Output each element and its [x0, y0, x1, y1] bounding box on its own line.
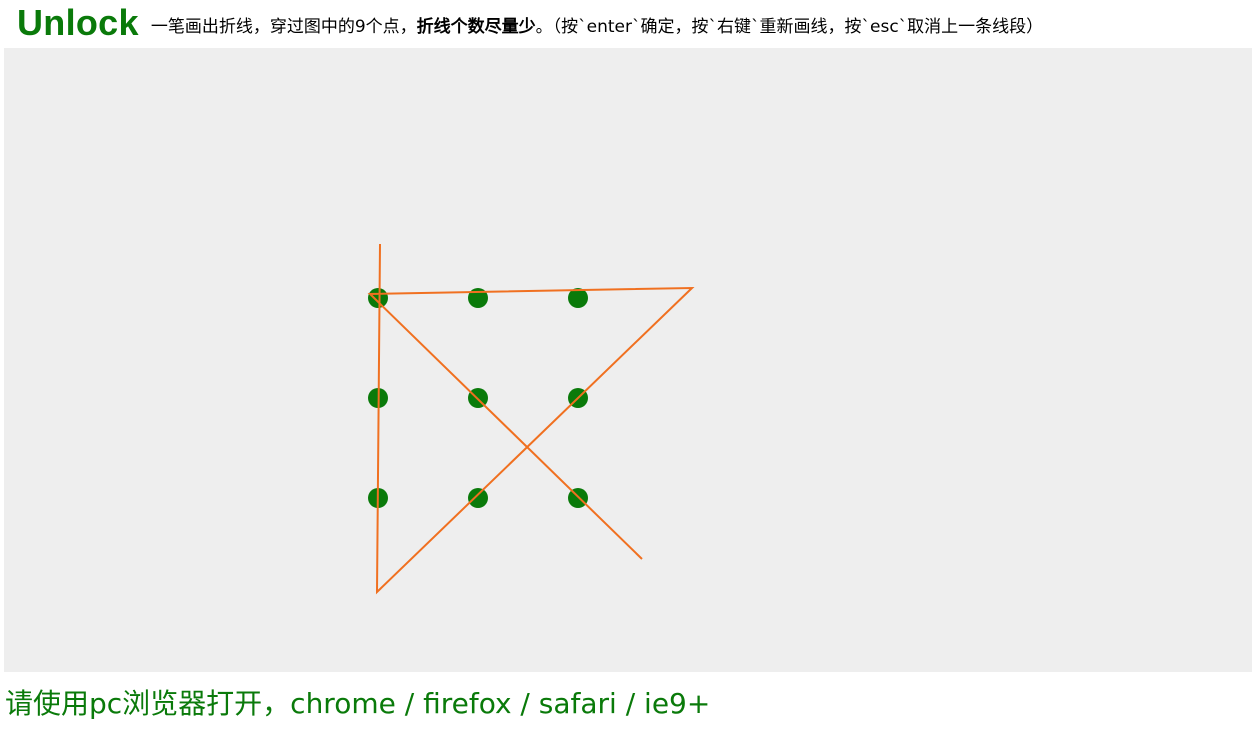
dot-r1-c1 [368, 288, 388, 308]
instructions: 一笔画出折线，穿过图中的9个点，折线个数尽量少。（按`enter`确定，按`右键… [150, 16, 1044, 37]
board-canvas[interactable] [4, 48, 1252, 672]
instructions-part2: 。（按`enter`确定，按`右键`重新画线，按`esc`取消上一条线段） [535, 16, 1044, 37]
unlock-page: Unlock 一笔画出折线，穿过图中的9个点，折线个数尽量少。（按`enter`… [0, 0, 1252, 730]
drawing-board[interactable] [4, 48, 1252, 672]
instructions-part1: 一笔画出折线，穿过图中的9个点， [150, 16, 417, 37]
header: Unlock 一笔画出折线，穿过图中的9个点，折线个数尽量少。（按`enter`… [17, 0, 1043, 46]
instructions-emphasis: 折线个数尽量少 [416, 16, 536, 37]
drawn-polyline [367, 243, 695, 595]
dot-r3-c2 [468, 488, 488, 508]
app-title: Unlock [17, 2, 139, 43]
browser-note: 请使用pc浏览器打开，chrome / firefox / safari / i… [5, 687, 711, 720]
